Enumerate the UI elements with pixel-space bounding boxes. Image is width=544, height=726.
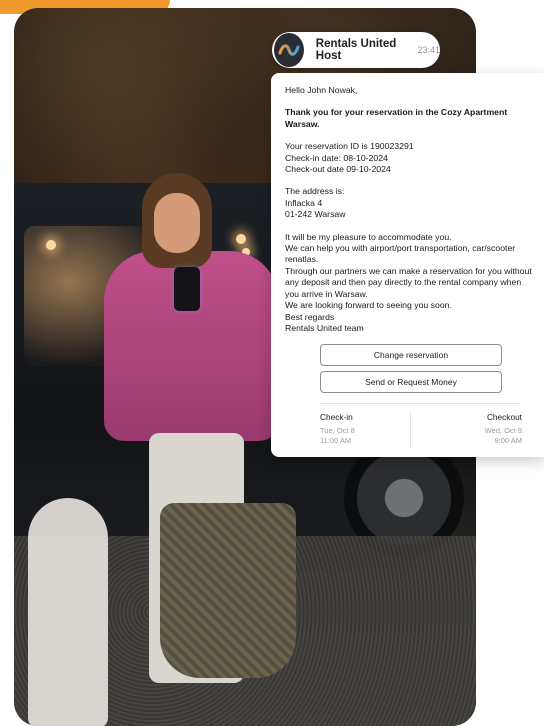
divider [320, 403, 520, 405]
address-street: Inflacka 4 [285, 197, 323, 208]
face [154, 193, 200, 253]
checkin-day: Tue, Oct 8 [320, 426, 355, 436]
reservation-id: Your reservation ID is 190023291 [285, 141, 414, 152]
checkout-time: 9:00 AM [494, 436, 522, 446]
address-label: The address is: [285, 186, 345, 197]
greeting: Hello John Nowak, [285, 85, 358, 95]
checkout-day: Wed, Oct 9 [484, 426, 522, 436]
woven-bag [160, 503, 296, 678]
message-line: It will be my pleasure to accommodate yo… [285, 231, 452, 242]
message-line: We can help you with airport/port transp… [285, 243, 516, 265]
rentals-united-wave-icon [274, 33, 304, 67]
message-line: Through our partners we can make a reser… [285, 265, 532, 299]
checkin-label: Check-in [320, 412, 353, 423]
message-time: 23:41 [417, 45, 440, 55]
checkout-label: Checkout [486, 412, 522, 423]
car-light [46, 240, 56, 250]
message-card: Hello John Nowak, Thank you for your res… [271, 73, 544, 457]
smartphone [174, 267, 200, 311]
divider [410, 412, 411, 449]
message-line: We are looking forward to seeing you soo… [285, 300, 452, 311]
stay-dates: Check-in Tue, Oct 8 11:00 AM Checkout We… [320, 412, 522, 449]
dog [28, 498, 108, 726]
address-city: 01-242 Warsaw [285, 209, 346, 220]
checkout-line: Check-out date 09-10-2024 [285, 164, 391, 175]
checkin-line: Check-in date: 08-10-2024 [285, 152, 388, 163]
checkout-column: Checkout Wed, Oct 9 9:00 AM [485, 412, 522, 446]
checkin-time: 11:00 AM [320, 436, 352, 446]
checkin-column: Check-in Tue, Oct 8 11:00 AM [320, 412, 355, 446]
message-line: Best regards [285, 311, 335, 322]
sender-name: Rentals United Host [315, 38, 397, 62]
thanks-line: Thank you for your reservation in the Co… [285, 107, 508, 129]
sender-header: Rentals United Host 23:41 [272, 32, 440, 68]
change-reservation-button[interactable]: Change reservation [320, 344, 502, 367]
message-signature: Rentals United team [285, 322, 364, 333]
send-request-money-button[interactable]: Send or Request Money [320, 371, 502, 394]
